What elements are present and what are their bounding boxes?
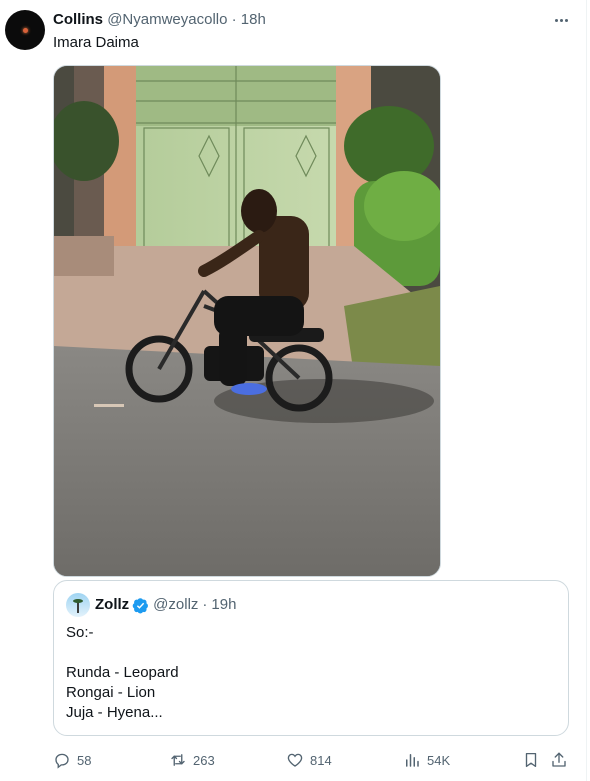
verified-badge-icon <box>132 597 149 614</box>
reply-count: 58 <box>77 752 92 768</box>
quote-header: Zollz @zollz · 19h <box>95 595 236 615</box>
quote-timestamp[interactable]: 19h <box>211 595 236 615</box>
dot <box>564 18 568 22</box>
tweet-timestamp[interactable]: 18h <box>241 11 266 28</box>
quote-text: So:- Runda - Leopard Rongai - Lion Juja … <box>66 623 179 723</box>
bookmark-icon <box>525 752 537 768</box>
like-button[interactable]: 814 <box>286 748 332 772</box>
like-count: 814 <box>310 752 332 768</box>
quote-line: So:- <box>66 624 94 641</box>
more-options-icon[interactable] <box>550 10 572 30</box>
quote-author-name[interactable]: Zollz <box>95 595 129 615</box>
reply-icon <box>55 753 69 769</box>
author-handle[interactable]: @Nyamweyacollo <box>107 11 227 28</box>
quoted-tweet[interactable]: Zollz @zollz · 19h So:- Runda - Leopard … <box>53 580 569 736</box>
palm-leaves <box>73 599 83 603</box>
dot <box>559 18 563 22</box>
analytics-icon <box>406 754 419 767</box>
action-bar: 58 263 814 54K <box>53 748 573 772</box>
tweet-header: Collins @Nyamweyacollo · 18h <box>53 10 550 30</box>
quote-line: Rongai - Lion <box>66 684 156 701</box>
quote-meta-separator: · <box>202 596 208 613</box>
reply-button[interactable]: 58 <box>53 748 91 772</box>
tweet-media-photo[interactable] <box>53 65 441 577</box>
heart-icon <box>287 753 303 767</box>
tweet[interactable]: Collins @Nyamweyacollo · 18h Imara Daima <box>0 0 590 781</box>
tweet-text: Imara Daima <box>53 34 139 51</box>
quote-line: Runda - Leopard <box>66 664 179 681</box>
author-name[interactable]: Collins <box>53 11 103 28</box>
views-button[interactable]: 54K <box>403 748 450 772</box>
quote-author-avatar[interactable] <box>66 593 90 617</box>
quote-author-handle[interactable]: @zollz <box>153 595 198 615</box>
quote-line <box>66 643 179 663</box>
meta-separator: · <box>231 11 237 28</box>
repost-count: 263 <box>193 752 215 768</box>
photo-scene <box>54 66 440 576</box>
share-icon <box>552 752 566 767</box>
share-button[interactable] <box>550 748 568 772</box>
bookmark-button[interactable] <box>522 748 540 772</box>
repost-button[interactable]: 263 <box>169 748 215 772</box>
dot <box>554 18 558 22</box>
repost-icon <box>171 754 185 766</box>
quote-line: Juja - Hyena... <box>66 704 163 721</box>
view-count: 54K <box>427 752 451 768</box>
avatar-glow <box>22 27 28 33</box>
author-avatar[interactable] <box>5 10 45 50</box>
